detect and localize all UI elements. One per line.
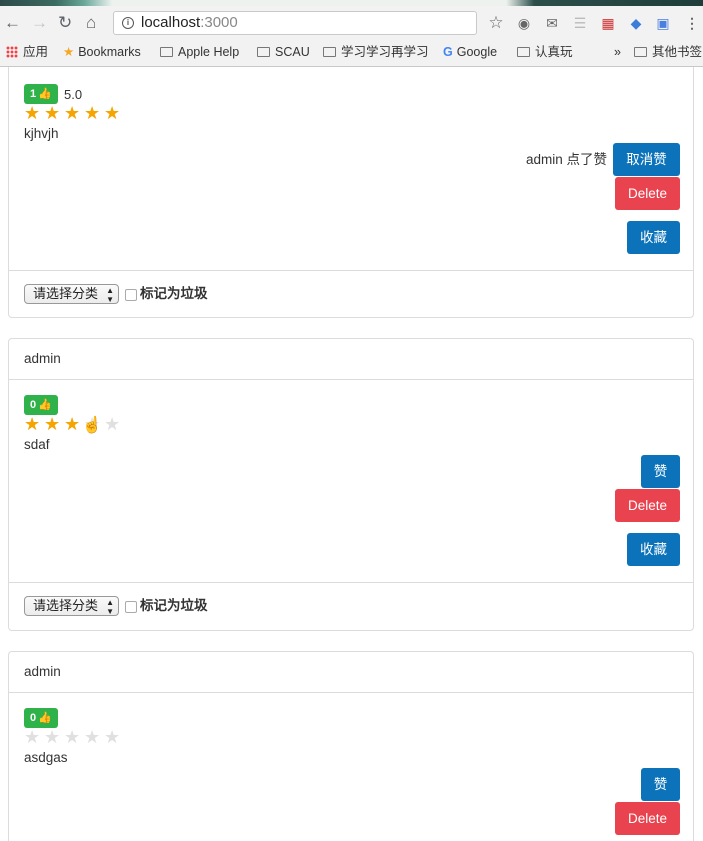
star-icon[interactable]: ★ bbox=[44, 415, 64, 433]
reload-icon[interactable]: ↻ bbox=[58, 13, 72, 33]
home-icon[interactable]: ⌂ bbox=[86, 13, 96, 33]
url-text: localhost:3000 bbox=[141, 14, 238, 31]
spam-checkbox[interactable] bbox=[125, 289, 137, 301]
delete-button[interactable]: Delete bbox=[615, 489, 680, 522]
star-icon[interactable]: ★ bbox=[104, 728, 124, 746]
favorite-button[interactable]: 收藏 bbox=[627, 221, 680, 254]
star-rating[interactable]: ★ ★ ★ ★ ★ bbox=[24, 104, 124, 122]
post-footer: 请选择分类 ▲ ▼ 标记为垃圾 bbox=[9, 270, 693, 319]
folder-icon bbox=[517, 47, 530, 57]
like-count-badge: 1 👍 bbox=[24, 84, 58, 104]
like-button[interactable]: 赞 bbox=[641, 768, 680, 801]
thumbs-up-icon: 👍 bbox=[38, 399, 52, 411]
spam-checkbox[interactable] bbox=[125, 601, 137, 613]
star-icon[interactable]: ★ bbox=[24, 104, 44, 122]
star-icon[interactable]: ★ bbox=[64, 104, 84, 122]
evernote-extension-icon[interactable]: ◉ bbox=[516, 15, 532, 31]
diamond-extension-icon[interactable]: ◆ bbox=[628, 15, 644, 31]
star-icon[interactable]: ★ bbox=[84, 728, 104, 746]
post-card: admin 0 👍 ★ ★ ★ ★ ★ sdaf 赞 Delete 收藏 请选择分类 ▲ ▼ … bbox=[8, 338, 694, 631]
post-body: 0 👍 ★ ★ ★ ★ ★ asdgas 赞 Delete bbox=[9, 693, 693, 841]
star-icon[interactable]: ★ bbox=[84, 104, 104, 122]
star-rating[interactable]: ★ ★ ★ ★ ★ bbox=[24, 415, 124, 433]
post-content: sdaf bbox=[24, 437, 50, 452]
bookmark-play[interactable]: 认真玩 bbox=[517, 45, 573, 60]
folder-icon bbox=[160, 47, 173, 57]
info-icon[interactable]: i bbox=[122, 17, 134, 29]
bookmark-scau[interactable]: SCAU bbox=[257, 45, 310, 60]
star-icon: ★ bbox=[63, 45, 75, 59]
spam-label: 标记为垃圾 bbox=[140, 286, 208, 301]
post-card: admin 0 👍 ★ ★ ★ ★ ★ asdgas 赞 Delete bbox=[8, 651, 694, 841]
post-card: 1 👍 5.0 ★ ★ ★ ★ ★ kjhvjh admin 点了赞 取消赞 Delete… bbox=[8, 67, 694, 318]
spam-label: 标记为垃圾 bbox=[140, 598, 208, 613]
star-icon[interactable]: ★ bbox=[64, 415, 84, 433]
bookmark-study[interactable]: 学习学习再学习 bbox=[323, 45, 429, 60]
google-icon: G bbox=[443, 45, 453, 59]
bookmarks-bar: 应用 ★ Bookmarks Apple Help SCAU 学习学习再学习 GG… bbox=[0, 40, 703, 67]
back-arrow-icon[interactable]: ← bbox=[4, 13, 21, 33]
star-icon[interactable]: ★ bbox=[104, 415, 124, 433]
star-icon[interactable]: ★ bbox=[24, 728, 44, 746]
bookmark-apps[interactable]: 应用 bbox=[6, 45, 48, 60]
favorite-button[interactable]: 收藏 bbox=[627, 533, 680, 566]
rating-score: 5.0 bbox=[64, 87, 83, 102]
calendar-extension-icon[interactable]: ▦ bbox=[600, 15, 616, 31]
bookmark-overflow[interactable]: » bbox=[614, 45, 621, 60]
folder-icon bbox=[323, 47, 336, 57]
star-icon[interactable]: ★ bbox=[44, 104, 64, 122]
post-author: admin bbox=[9, 652, 693, 693]
folder-icon bbox=[257, 47, 270, 57]
liked-by-text: admin 点了赞 bbox=[525, 152, 607, 167]
bookmark-star-icon[interactable]: ☆ bbox=[488, 14, 504, 31]
like-count-badge: 0 👍 bbox=[24, 708, 58, 728]
unlike-button[interactable]: 取消赞 bbox=[613, 143, 680, 176]
star-rating[interactable]: ★ ★ ★ ★ ★ bbox=[24, 728, 124, 746]
post-body: 0 👍 ★ ★ ★ ★ ★ sdaf 赞 Delete 收藏 bbox=[9, 380, 693, 582]
delete-button[interactable]: Delete bbox=[615, 177, 680, 210]
like-button[interactable]: 赞 bbox=[641, 455, 680, 488]
select-arrows-icon: ▲ ▼ bbox=[106, 286, 114, 304]
star-icon[interactable]: ★ bbox=[64, 728, 84, 746]
category-select[interactable]: 请选择分类 ▲ ▼ bbox=[24, 284, 119, 304]
star-icon[interactable]: ★ bbox=[24, 415, 44, 433]
bookmark-google[interactable]: G Google bbox=[443, 45, 497, 60]
post-author: admin bbox=[9, 339, 693, 380]
translate-extension-icon[interactable]: ▣ bbox=[655, 15, 671, 31]
select-arrows-icon: ▲ ▼ bbox=[106, 598, 114, 616]
forward-arrow-icon[interactable]: → bbox=[31, 13, 48, 33]
bookmark-other[interactable]: 其他书签 bbox=[634, 45, 702, 60]
address-bar[interactable]: i localhost:3000 bbox=[113, 11, 477, 35]
post-content: kjhvjh bbox=[24, 126, 59, 141]
star-icon[interactable]: ★ bbox=[104, 104, 124, 122]
browser-toolbar: ← → ↻ ⌂ i localhost:3000 ☆ ◉ ✉ ☰ ▦ ◆ ▣ ⋮ bbox=[0, 6, 703, 40]
menu-dots-icon[interactable]: ⋮ bbox=[684, 15, 700, 31]
like-count-badge: 0 👍 bbox=[24, 395, 58, 415]
bookmark-bookmarks[interactable]: ★ Bookmarks bbox=[63, 45, 141, 60]
apps-grid-icon bbox=[6, 46, 18, 58]
folder-icon bbox=[634, 47, 647, 57]
bookmark-apple-help[interactable]: Apple Help bbox=[160, 45, 239, 60]
post-footer: 请选择分类 ▲ ▼ 标记为垃圾 bbox=[9, 582, 693, 631]
star-icon[interactable]: ★ bbox=[44, 728, 64, 746]
extension-icon[interactable]: ☰ bbox=[572, 15, 588, 31]
category-select[interactable]: 请选择分类 ▲ ▼ bbox=[24, 596, 119, 616]
thumbs-up-icon: 👍 bbox=[38, 712, 52, 724]
hand-cursor-icon: ☝ bbox=[82, 417, 102, 434]
delete-button[interactable]: Delete bbox=[615, 802, 680, 835]
thumbs-up-icon: 👍 bbox=[38, 88, 52, 100]
post-content: asdgas bbox=[24, 750, 68, 765]
page-content: 1 👍 5.0 ★ ★ ★ ★ ★ kjhvjh admin 点了赞 取消赞 Delete… bbox=[0, 67, 703, 841]
post-body: 1 👍 5.0 ★ ★ ★ ★ ★ kjhvjh admin 点了赞 取消赞 Delete… bbox=[9, 67, 693, 270]
gmail-extension-icon[interactable]: ✉ bbox=[544, 15, 560, 31]
